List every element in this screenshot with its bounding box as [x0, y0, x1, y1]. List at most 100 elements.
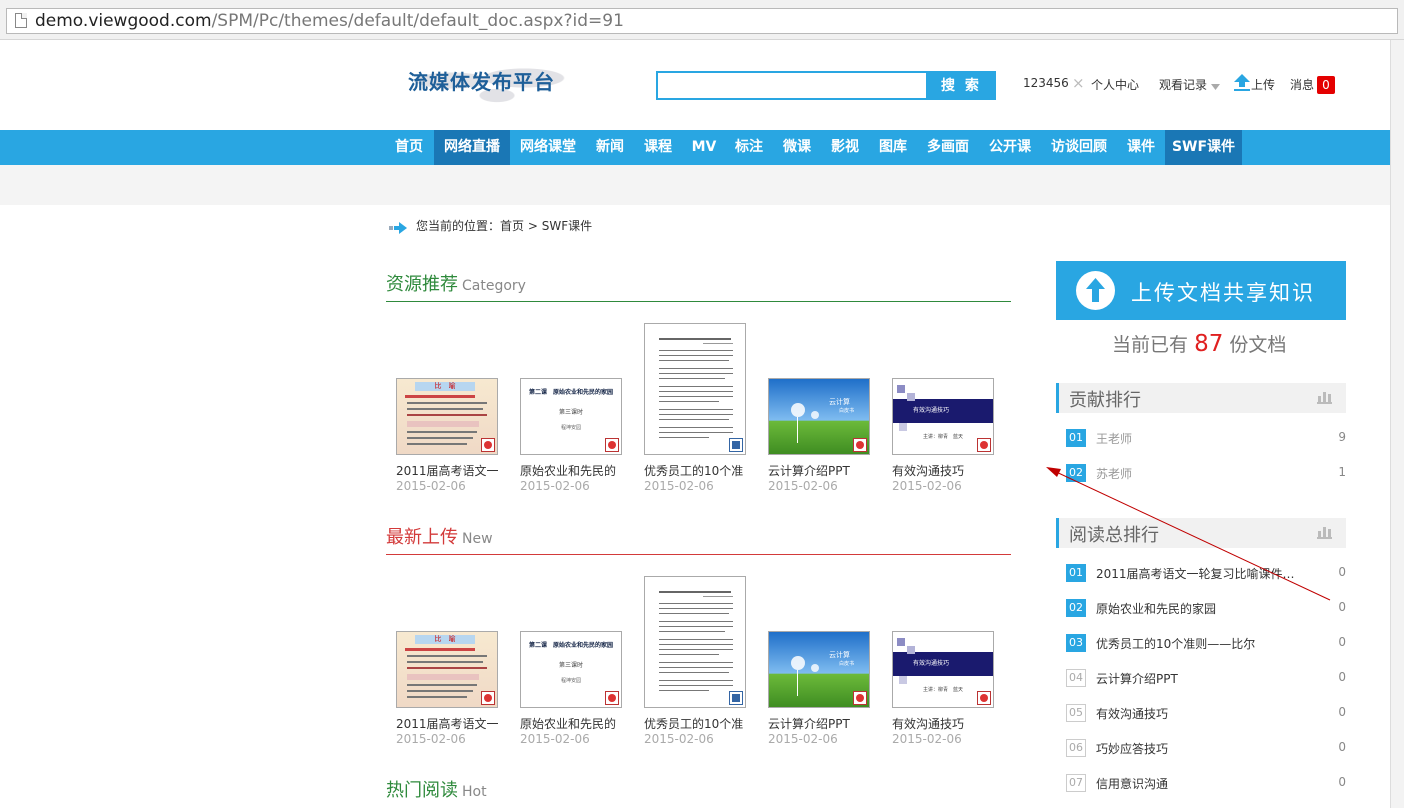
breadcrumb-current: SWF课件 — [541, 219, 593, 233]
section-title-recommended: 资源推荐 Category — [386, 274, 526, 295]
list-item[interactable]: 05 有效沟通技巧 0 — [1066, 704, 1346, 724]
upload-label: 上传文档共享知识 — [1131, 281, 1315, 305]
file-type-icon — [481, 438, 495, 452]
nav-item-live[interactable]: 网络直播 — [434, 130, 510, 165]
file-type-icon — [481, 691, 495, 705]
doc-date: 2015-02-06 — [396, 479, 466, 493]
list-item[interactable]: 02 苏老师 1 — [1066, 464, 1346, 484]
doc-thumbnail[interactable]: 有效沟通技巧 主讲：柳青 蓝天 — [892, 378, 994, 455]
site-logo[interactable]: 流媒体发布平台 — [398, 58, 598, 108]
doc-title[interactable]: 有效沟通技巧 — [892, 462, 964, 479]
list-item[interactable]: 02 原始农业和先民的家园 0 — [1066, 599, 1346, 619]
doc-title[interactable]: 云计算介绍PPT — [768, 715, 850, 732]
doc-date: 2015-02-06 — [644, 479, 714, 493]
nav-item-interviews[interactable]: 访谈回顾 — [1044, 130, 1114, 165]
file-type-icon — [853, 438, 867, 452]
doc-date: 2015-02-06 — [520, 732, 590, 746]
contribution-ranking-header: 贡献排行 — [1056, 383, 1346, 413]
nav-item-microcourse[interactable]: 微课 — [776, 130, 818, 165]
message-count-badge[interactable]: 0 — [1317, 76, 1335, 94]
browser-address-bar: demo.viewgood.com/SPM/Pc/themes/default/… — [0, 0, 1404, 40]
bar-chart-icon[interactable] — [1317, 391, 1332, 404]
read-ranking-header: 阅读总排行 — [1056, 518, 1346, 548]
doc-date: 2015-02-06 — [768, 732, 838, 746]
chevron-down-icon — [1211, 79, 1220, 93]
doc-thumbnail[interactable]: 云计算 白皮书 — [768, 631, 870, 708]
doc-thumbnail[interactable]: 第二课 原始农业和先民的家园 第三课时 程坤安园 — [520, 631, 622, 708]
nav-item-multiview[interactable]: 多画面 — [920, 130, 976, 165]
doc-title[interactable]: 优秀员工的10个准 — [644, 462, 743, 479]
list-item[interactable]: 01 王老师 9 — [1066, 429, 1346, 449]
doc-title[interactable]: 云计算介绍PPT — [768, 462, 850, 479]
doc-title[interactable]: 有效沟通技巧 — [892, 715, 964, 732]
upload-document-button[interactable]: 上传文档共享知识 — [1056, 261, 1346, 320]
nav-item-annotate[interactable]: 标注 — [728, 130, 770, 165]
file-type-icon — [977, 438, 991, 452]
doc-date: 2015-02-06 — [644, 732, 714, 746]
file-type-icon — [729, 438, 743, 452]
nav-item-courses[interactable]: 课程 — [636, 130, 680, 165]
search-button[interactable]: 搜 索 — [927, 71, 996, 100]
bar-chart-icon[interactable] — [1317, 526, 1332, 539]
breadcrumb-home[interactable]: 首页 — [500, 219, 524, 233]
file-type-icon — [853, 691, 867, 705]
logo-text: 流媒体发布平台 — [408, 70, 555, 94]
nav-item-mv[interactable]: MV — [684, 130, 724, 165]
nav-item-news[interactable]: 新闻 — [588, 130, 632, 165]
breadcrumb-prefix: 您当前的位置： — [416, 219, 501, 233]
nav-item-gallery[interactable]: 图库 — [872, 130, 914, 165]
breadcrumb: 您当前的位置：首页 > SWF课件 — [416, 217, 592, 234]
doc-title[interactable]: 优秀员工的10个准 — [644, 715, 743, 732]
doc-date: 2015-02-06 — [520, 479, 590, 493]
file-type-icon — [729, 691, 743, 705]
doc-title[interactable]: 2011届高考语文一 — [396, 462, 499, 479]
nav-item-online-class[interactable]: 网络课堂 — [510, 130, 586, 165]
sub-nav-band — [0, 165, 1390, 205]
doc-date: 2015-02-06 — [396, 732, 466, 746]
upload-link[interactable]: 上传 — [1251, 76, 1275, 93]
section-title-hot: 热门阅读 Hot — [386, 780, 487, 801]
search-input[interactable] — [656, 71, 928, 100]
arrow-right-icon — [389, 219, 407, 234]
list-item[interactable]: 03 优秀员工的10个准则——比尔 0 — [1066, 634, 1346, 654]
nav-item-home[interactable]: 首页 — [386, 130, 432, 165]
watch-history-link[interactable]: 观看记录 — [1159, 76, 1207, 93]
doc-thumbnail[interactable]: 比 喻 — [396, 378, 498, 455]
doc-title[interactable]: 原始农业和先民的 — [520, 462, 616, 479]
nav-item-movies[interactable]: 影视 — [824, 130, 866, 165]
upload-icon[interactable] — [1234, 74, 1250, 94]
list-item[interactable]: 01 2011届高考语文一轮复习比喻课件… 0 — [1066, 564, 1346, 584]
list-item[interactable]: 04 云计算介绍PPT 0 — [1066, 669, 1346, 689]
vertical-scrollbar[interactable] — [1390, 40, 1404, 808]
doc-thumbnail[interactable] — [644, 323, 746, 455]
list-item[interactable]: 06 巧妙应答技巧 0 — [1066, 739, 1346, 759]
list-item[interactable]: 07 信用意识沟通 0 — [1066, 774, 1346, 794]
doc-date: 2015-02-06 — [768, 479, 838, 493]
file-type-icon — [977, 691, 991, 705]
nav-item-swf-courseware[interactable]: SWF课件 — [1165, 130, 1242, 165]
page-icon — [15, 13, 27, 28]
messages-link[interactable]: 消息 — [1290, 76, 1314, 93]
doc-title[interactable]: 2011届高考语文一 — [396, 715, 499, 732]
personal-center-link[interactable]: 个人中心 — [1091, 76, 1139, 93]
section-divider — [386, 554, 1011, 555]
section-title-new: 最新上传 New — [386, 527, 493, 548]
doc-title[interactable]: 原始农业和先民的 — [520, 715, 616, 732]
document-count: 当前已有 87 份文档 — [1112, 331, 1287, 357]
close-icon[interactable]: × — [1072, 74, 1085, 92]
doc-thumbnail[interactable]: 第二课 原始农业和先民的家园 第三课时 程坤安园 — [520, 378, 622, 455]
nav-item-open-course[interactable]: 公开课 — [982, 130, 1038, 165]
file-type-icon — [605, 691, 619, 705]
section-divider — [386, 301, 1011, 302]
user-id[interactable]: 123456 — [1023, 76, 1069, 90]
doc-thumbnail[interactable]: 有效沟通技巧 主讲：柳青 蓝天 — [892, 631, 994, 708]
doc-date: 2015-02-06 — [892, 479, 962, 493]
doc-thumbnail[interactable]: 比 喻 — [396, 631, 498, 708]
main-nav: 首页 网络直播 网络课堂 新闻 课程 MV 标注 微课 影视 图库 多画面 公开… — [0, 130, 1390, 165]
doc-thumbnail[interactable]: 云计算 白皮书 — [768, 378, 870, 455]
url-field[interactable]: demo.viewgood.com/SPM/Pc/themes/default/… — [6, 8, 1398, 34]
doc-thumbnail[interactable] — [644, 576, 746, 708]
nav-item-courseware[interactable]: 课件 — [1120, 130, 1162, 165]
url-text[interactable]: demo.viewgood.com/SPM/Pc/themes/default/… — [35, 11, 624, 31]
breadcrumb-sep: > — [527, 219, 538, 233]
